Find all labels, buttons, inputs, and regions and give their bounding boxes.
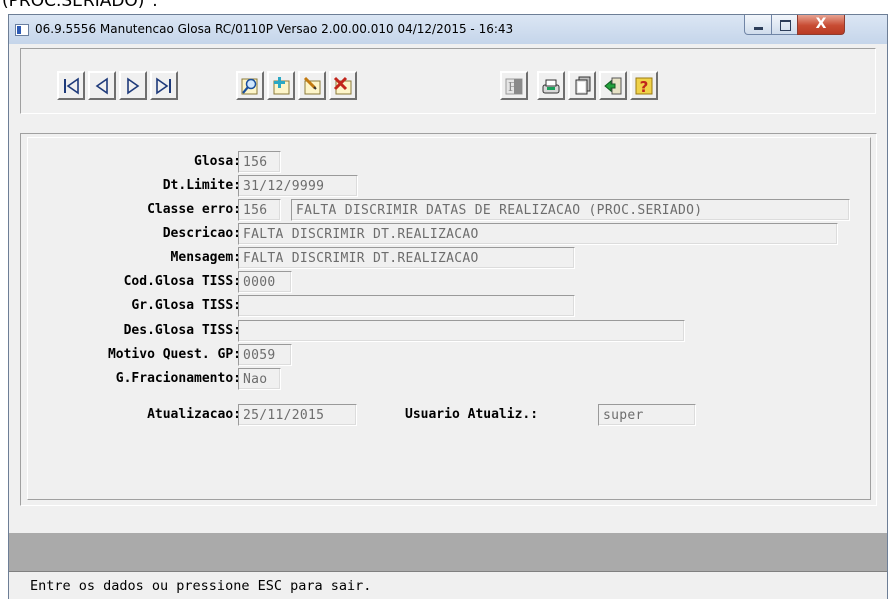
classe-erro-description-field[interactable]: FALTA DISCRIMIR DATAS DE REALIZACAO (PRO… bbox=[291, 199, 850, 221]
add-icon bbox=[273, 76, 290, 94]
atualizacao-field[interactable]: 25/11/2015 bbox=[238, 404, 357, 426]
client-area: F ? Glosa: 156 Dt.Limite: 31/12/9999 Cla… bbox=[9, 44, 887, 599]
copy-icon bbox=[575, 76, 591, 94]
filter-icon: F bbox=[505, 78, 523, 94]
gr-glosa-tiss-field[interactable] bbox=[238, 295, 575, 317]
usuario-atualiz-field[interactable]: super bbox=[598, 404, 696, 426]
g-fracionamento-field[interactable]: Nao bbox=[238, 368, 281, 390]
background-text-fragment: (PROC.SERIADO)". bbox=[0, 0, 895, 14]
glosa-field[interactable]: 156 bbox=[238, 151, 281, 173]
gr-glosa-tiss-label: Gr.Glosa TISS: bbox=[131, 298, 241, 313]
des-glosa-tiss-label: Des.Glosa TISS: bbox=[123, 323, 241, 338]
close-button[interactable]: X bbox=[797, 15, 845, 35]
edit-button[interactable] bbox=[298, 71, 326, 100]
last-record-button[interactable] bbox=[150, 71, 178, 100]
title-bar[interactable]: 06.9.5556 Manutencao Glosa RC/0110P Vers… bbox=[9, 15, 887, 44]
form-panel: Glosa: 156 Dt.Limite: 31/12/9999 Classe … bbox=[20, 133, 877, 506]
delete-icon bbox=[333, 76, 352, 94]
last-record-icon bbox=[156, 76, 171, 95]
cod-glosa-tiss-label: Cod.Glosa TISS: bbox=[123, 274, 241, 289]
print-button[interactable] bbox=[537, 71, 565, 100]
exit-icon bbox=[604, 77, 622, 94]
cod-glosa-tiss-field[interactable]: 0000 bbox=[238, 271, 292, 293]
print-icon bbox=[542, 79, 560, 93]
descricao-label: Descricao: bbox=[162, 226, 241, 241]
maximize-button[interactable] bbox=[771, 15, 798, 35]
next-record-icon bbox=[127, 76, 140, 95]
add-button[interactable] bbox=[267, 71, 295, 100]
g-fracionamento-label: G.Fracionamento: bbox=[115, 371, 241, 386]
motivo-quest-gp-label: Motivo Quest. GP: bbox=[107, 347, 241, 362]
previous-record-icon bbox=[95, 76, 108, 95]
previous-record-button[interactable] bbox=[88, 71, 116, 100]
help-button[interactable]: ? bbox=[630, 71, 658, 100]
exit-button[interactable] bbox=[599, 71, 627, 100]
search-button[interactable] bbox=[236, 71, 264, 100]
mensagem-field[interactable]: FALTA DISCRIMIR DT.REALIZACAO bbox=[238, 247, 575, 269]
des-glosa-tiss-field[interactable] bbox=[238, 320, 685, 342]
dt-limite-field[interactable]: 31/12/9999 bbox=[238, 175, 358, 197]
glosa-label: Glosa: bbox=[194, 154, 241, 169]
app-icon[interactable] bbox=[15, 24, 29, 36]
filter-letter: F bbox=[508, 80, 516, 94]
first-record-button[interactable] bbox=[57, 71, 85, 100]
dt-limite-label: Dt.Limite: bbox=[162, 178, 241, 193]
minimize-button[interactable] bbox=[744, 15, 772, 35]
application-window: 06.9.5556 Manutencao Glosa RC/0110P Vers… bbox=[8, 14, 888, 599]
help-glyph: ? bbox=[640, 78, 649, 96]
help-icon: ? bbox=[635, 77, 653, 96]
form-area: Glosa: 156 Dt.Limite: 31/12/9999 Classe … bbox=[27, 137, 871, 500]
delete-button[interactable] bbox=[329, 71, 357, 100]
classe-erro-code-field[interactable]: 156 bbox=[238, 199, 281, 221]
usuario-atualiz-label: Usuario Atualiz.: bbox=[405, 407, 539, 422]
next-record-button[interactable] bbox=[119, 71, 147, 100]
descricao-field[interactable]: FALTA DISCRIMIR DT.REALIZACAO bbox=[238, 223, 838, 245]
classe-erro-label: Classe erro: bbox=[147, 202, 241, 217]
status-message: Entre os dados ou pressione ESC para sai… bbox=[30, 578, 372, 594]
message-area bbox=[9, 533, 887, 571]
close-icon: X bbox=[815, 16, 827, 32]
filter-button[interactable]: F bbox=[500, 71, 528, 100]
search-icon bbox=[241, 78, 258, 94]
mensagem-label: Mensagem: bbox=[170, 250, 241, 265]
copy-button[interactable] bbox=[568, 71, 596, 100]
edit-icon bbox=[303, 76, 321, 94]
atualizacao-label: Atualizacao: bbox=[147, 407, 241, 422]
background-text: (PROC.SERIADO)". bbox=[2, 0, 158, 11]
toolbar: F ? bbox=[20, 48, 876, 114]
motivo-quest-gp-field[interactable]: 0059 bbox=[238, 344, 292, 366]
window-title: 06.9.5556 Manutencao Glosa RC/0110P Vers… bbox=[35, 22, 514, 36]
first-record-icon bbox=[64, 76, 79, 95]
status-bar: Entre os dados ou pressione ESC para sai… bbox=[9, 571, 887, 599]
